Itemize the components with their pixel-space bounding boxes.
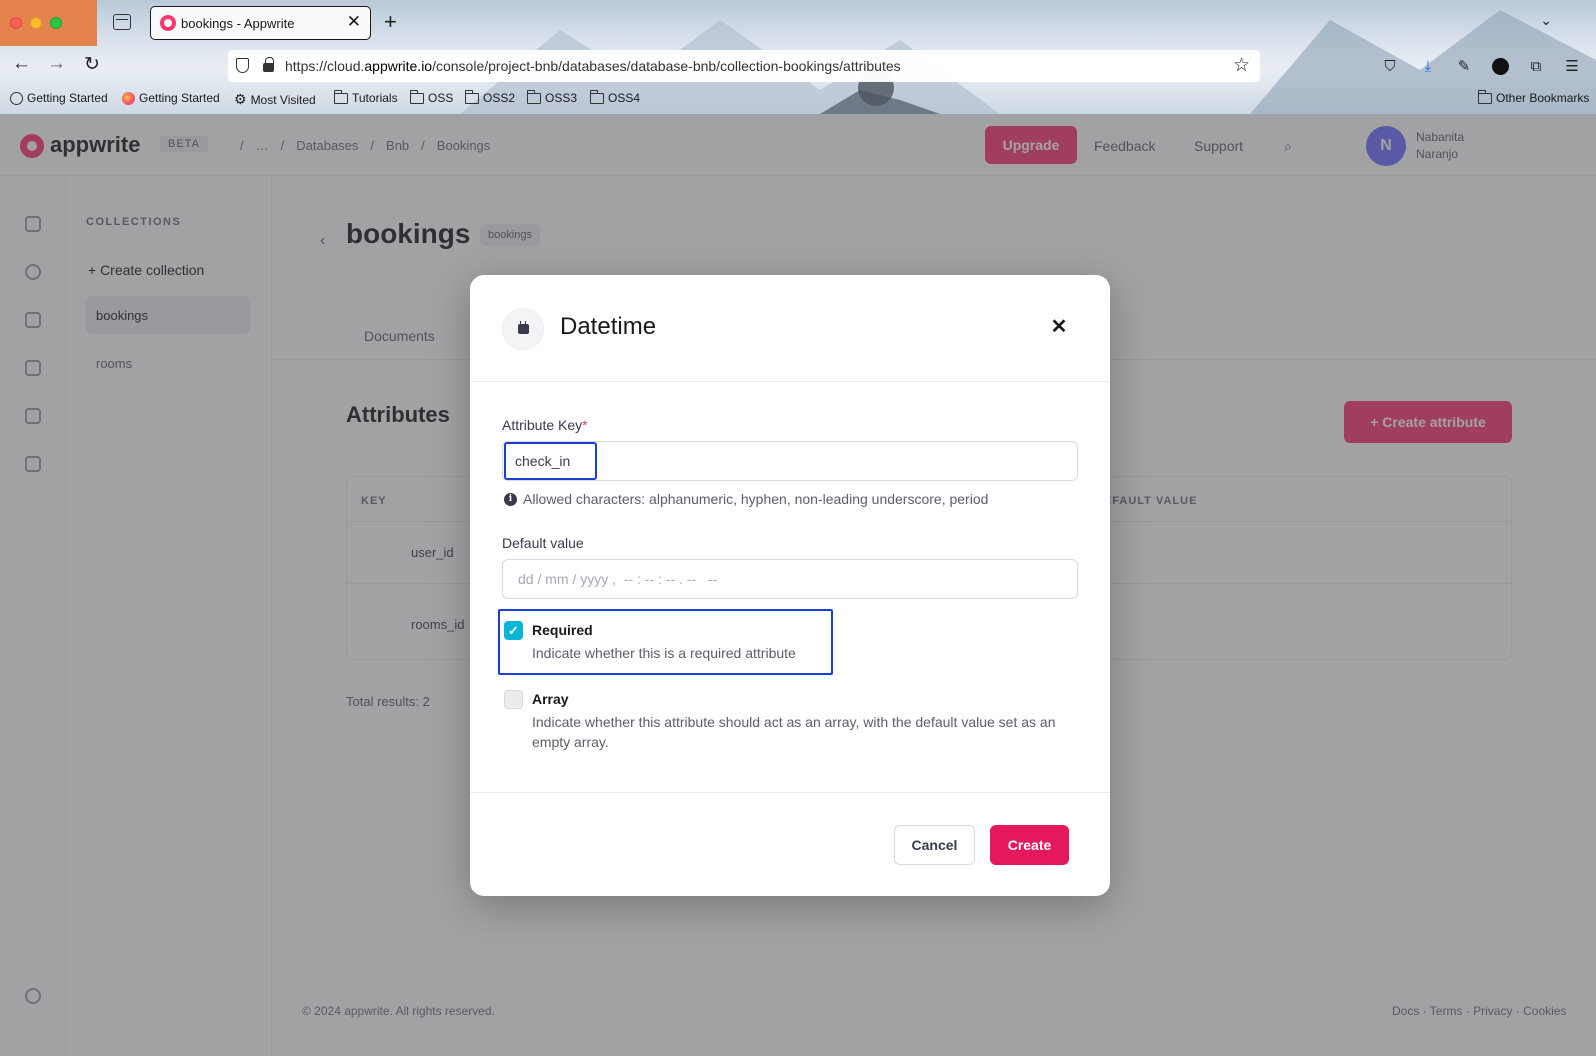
browser-tab-active[interactable]: bookings - Appwrite ✕	[150, 6, 371, 40]
close-icon[interactable]: ✕	[1046, 313, 1072, 339]
folder-icon	[527, 89, 541, 104]
bookmarks-bar: Getting Started Getting Started ⚙ Most Vi…	[0, 88, 1596, 112]
default-value-label: Default value	[502, 535, 584, 551]
bookmark-label: Getting Started	[139, 91, 220, 105]
folder-icon	[1478, 89, 1492, 104]
other-bookmarks-folder[interactable]: Other Bookmarks	[1478, 89, 1590, 105]
create-button[interactable]: Create	[990, 825, 1069, 865]
back-arrow-icon[interactable]: ←	[12, 53, 31, 75]
close-window-button[interactable]	[10, 17, 22, 29]
lock-icon[interactable]	[263, 57, 274, 72]
modal-footer-divider	[470, 792, 1110, 793]
tab-strip: bookings - Appwrite ✕ + ⌄	[0, 0, 1596, 46]
modal-title: Datetime	[560, 313, 657, 340]
firefox-icon	[122, 91, 135, 105]
bookmark-label: Most Visited	[250, 92, 316, 107]
datetime-attribute-modal: Datetime ✕ Attribute Key* i Allowed char…	[470, 275, 1110, 896]
url-text: https://cloud.appwrite.io/console/projec…	[285, 58, 901, 74]
fullscreen-window-button[interactable]	[50, 17, 62, 29]
globe-icon	[10, 91, 23, 105]
bookmark-folder[interactable]: OSS	[410, 89, 454, 105]
tab-title: bookings - Appwrite	[181, 16, 295, 31]
modal-divider	[470, 381, 1110, 382]
bookmark-label: Other Bookmarks	[1496, 91, 1590, 105]
required-checkbox[interactable]: ✓	[504, 621, 523, 640]
window-controls	[0, 0, 97, 46]
attribute-key-input[interactable]	[502, 441, 1078, 481]
url-domain: appwrite.io	[364, 58, 433, 74]
bookmark-folder[interactable]: OSS3	[527, 89, 578, 105]
bookmark-item[interactable]: ⚙ Most Visited	[234, 91, 316, 108]
new-tab-icon[interactable]: +	[384, 9, 397, 35]
bookmark-folder[interactable]: OSS2	[465, 89, 516, 105]
extension-avatar-icon[interactable]	[1490, 56, 1510, 76]
bookmark-item[interactable]: Getting Started	[10, 91, 108, 105]
address-bar[interactable]: https://cloud.appwrite.io/console/projec…	[228, 50, 1260, 82]
attribute-key-label: Attribute Key*	[502, 417, 588, 433]
url-prefix: https://cloud.	[285, 58, 365, 74]
url-path: /console/project-bnb/databases/database-…	[432, 58, 901, 74]
folder-icon	[334, 89, 348, 104]
pocket-icon[interactable]: ⛉	[1380, 56, 1400, 76]
key-hint-text: Allowed characters: alphanumeric, hyphen…	[523, 491, 989, 507]
gear-icon: ⚙	[234, 91, 247, 107]
bookmark-label: OSS2	[483, 91, 516, 105]
bookmark-label: Tutorials	[352, 91, 398, 105]
bookmark-star-icon[interactable]: ☆	[1233, 54, 1250, 77]
folder-icon	[590, 89, 604, 104]
close-tab-icon[interactable]: ✕	[347, 12, 361, 32]
menu-hamburger-icon[interactable]: ☰	[1562, 56, 1582, 76]
appwrite-favicon-icon	[160, 15, 176, 31]
calendar-icon	[502, 308, 544, 350]
extensions-puzzle-icon[interactable]: ⧉	[1526, 56, 1546, 76]
tab-list-icon[interactable]	[113, 14, 131, 30]
minimize-window-button[interactable]	[30, 17, 42, 29]
attribute-key-label-text: Attribute Key	[502, 417, 583, 433]
array-title: Array	[532, 691, 569, 707]
reload-icon[interactable]: ↻	[84, 53, 100, 76]
required-marker: *	[582, 417, 588, 433]
download-icon[interactable]: ⤓	[1418, 56, 1438, 76]
cancel-button[interactable]: Cancel	[894, 825, 975, 865]
wrench-icon[interactable]: ✎	[1454, 56, 1474, 76]
array-description: Indicate whether this attribute should a…	[532, 714, 1056, 750]
info-icon: i	[504, 492, 517, 506]
folder-icon	[465, 89, 479, 104]
required-title: Required	[532, 622, 593, 638]
bookmark-label: OSS4	[608, 91, 641, 105]
datetime-placeholder: dd / mm / yyyy , -- : -- : -- . -- --	[518, 571, 718, 587]
required-option-highlight	[498, 609, 833, 675]
bookmark-item[interactable]: Getting Started	[122, 91, 220, 105]
required-description: Indicate whether this is a required attr…	[532, 645, 796, 661]
shield-icon[interactable]	[236, 58, 249, 73]
bookmark-label: OSS	[428, 91, 454, 105]
navigation-bar: ← → ↻ https://cloud.appwrite.io/console/…	[0, 46, 1596, 86]
forward-arrow-icon[interactable]: →	[47, 53, 66, 75]
chevron-down-icon[interactable]: ⌄	[1540, 12, 1552, 29]
browser-chrome: bookings - Appwrite ✕ + ⌄ ← → ↻ https://…	[0, 0, 1596, 114]
bookmark-label: Getting Started	[27, 91, 108, 105]
folder-icon	[410, 89, 424, 104]
key-hint: i Allowed characters: alphanumeric, hyph…	[504, 491, 988, 507]
array-checkbox[interactable]	[504, 690, 523, 709]
bookmark-folder[interactable]: OSS4	[590, 89, 641, 105]
bookmark-label: OSS3	[545, 91, 578, 105]
bookmark-folder[interactable]: Tutorials	[334, 89, 398, 105]
